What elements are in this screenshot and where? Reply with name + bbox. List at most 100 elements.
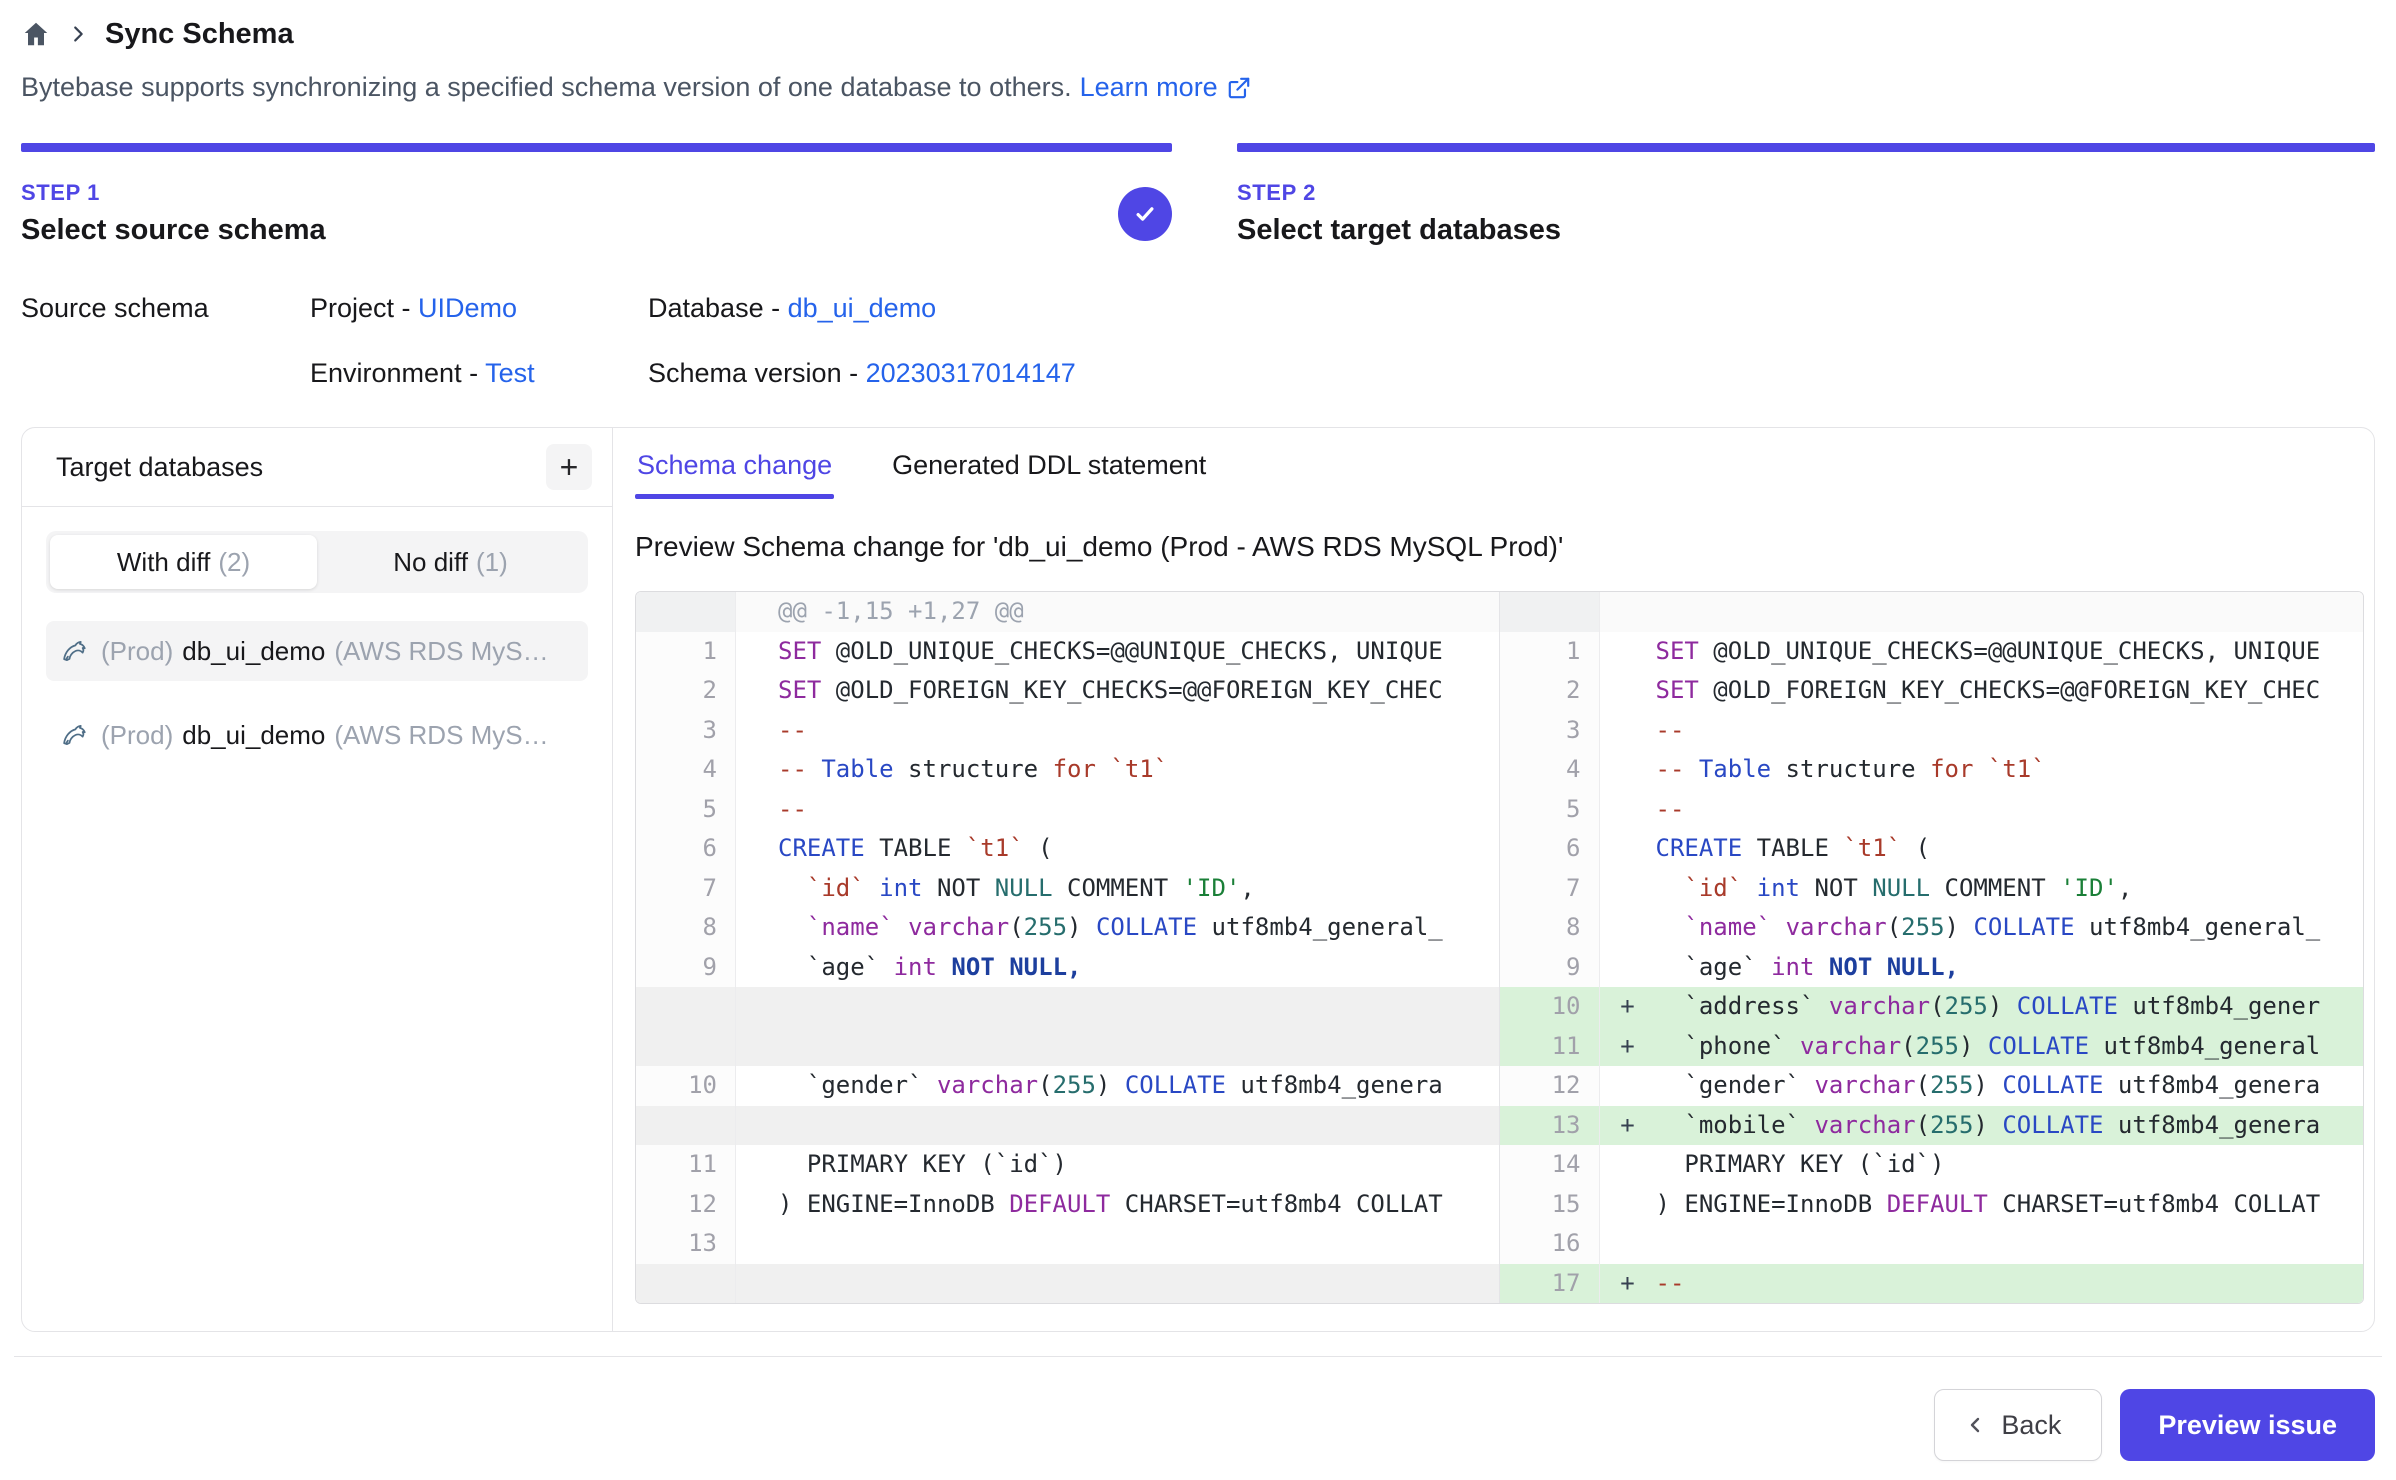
target-database-item[interactable]: (Prod)db_ui_demo(AWS RDS MyS… xyxy=(46,621,588,681)
code-token: COLLATE xyxy=(2017,992,2118,1020)
code-token: CREATE xyxy=(1656,834,1743,862)
code-token: -- xyxy=(778,716,807,744)
source-field-value-link[interactable]: UIDemo xyxy=(418,293,517,323)
code-token: CHARSET=utf8mb4 COLLAT xyxy=(1110,1190,1442,1218)
diff-left-cell: 5-- xyxy=(636,790,1500,830)
code-token xyxy=(1656,913,1685,941)
code-token: ) ENGINE=InnoDB xyxy=(778,1190,1009,1218)
line-number xyxy=(636,1027,736,1067)
source-field-value-link[interactable]: 20230317014147 xyxy=(866,358,1076,388)
code-line: @@ -1,15 +1,27 @@ xyxy=(778,592,1499,632)
db-name: db_ui_demo xyxy=(182,636,325,667)
code-token: varchar xyxy=(937,1071,1038,1099)
diff-right-cell: 5-- xyxy=(1500,790,2364,830)
code-token: ) xyxy=(1973,1111,2002,1139)
line-number xyxy=(1500,592,1600,632)
sync-schema-page: Sync Schema Bytebase supports synchroniz… xyxy=(0,0,2396,1461)
code-token: PRIMARY KEY (`id`) xyxy=(778,1150,1067,1178)
code-token: utf8mb4_general_ xyxy=(1197,913,1443,941)
add-target-database-button[interactable]: + xyxy=(546,444,592,490)
source-field-label: Environment - xyxy=(310,358,485,388)
line-number: 6 xyxy=(1500,829,1600,869)
code-token xyxy=(1973,755,1987,783)
code-token: -- xyxy=(1656,755,1699,783)
code-token: `mobile` xyxy=(1684,1111,1800,1139)
line-number: 16 xyxy=(1500,1224,1600,1264)
code-token: utf8mb4_genera xyxy=(2103,1071,2320,1099)
diff-marker xyxy=(736,750,778,790)
code-line: `phone` varchar(255) COLLATE utf8mb4_gen… xyxy=(1656,1027,2364,1067)
tab-no-diff[interactable]: No diff(1) xyxy=(317,535,584,589)
code-token: SET xyxy=(778,676,821,704)
code-token xyxy=(923,1071,937,1099)
code-token: COLLATE xyxy=(1973,913,2074,941)
line-number: 1 xyxy=(636,632,736,672)
step-2-label: Select target databases xyxy=(1237,214,1561,247)
source-field-label: Project - xyxy=(310,293,418,323)
tab-with-diff[interactable]: With diff(2) xyxy=(50,535,317,589)
code-line: `gender` varchar(255) COLLATE utf8mb4_ge… xyxy=(1656,1066,2364,1106)
code-line xyxy=(778,1224,1499,1264)
preview-issue-button[interactable]: Preview issue xyxy=(2120,1389,2375,1461)
line-number: 7 xyxy=(1500,869,1600,909)
step-2-progress-bar xyxy=(1237,143,2375,152)
code-token: `id` xyxy=(1684,874,1742,902)
back-chevron-icon xyxy=(1963,1413,1987,1437)
code-token: varchar xyxy=(1814,1071,1915,1099)
target-database-list: (Prod)db_ui_demo(AWS RDS MyS…(Prod)db_ui… xyxy=(46,621,588,765)
tab-generated-ddl-statement[interactable]: Generated DDL statement xyxy=(890,450,1208,499)
back-button[interactable]: Back xyxy=(1934,1389,2102,1461)
home-icon[interactable] xyxy=(21,19,51,49)
code-token: NOT NULL xyxy=(1829,953,1945,981)
diff-marker xyxy=(1600,869,1656,909)
code-token: NOT NULL xyxy=(951,953,1067,981)
preview-title: Preview Schema change for 'db_ui_demo (P… xyxy=(635,531,2364,563)
code-token: `t1` xyxy=(1110,755,1168,783)
source-field-value-link[interactable]: Test xyxy=(485,358,535,388)
code-line: ) ENGINE=InnoDB DEFAULT CHARSET=utf8mb4 … xyxy=(778,1185,1499,1225)
page-description: Bytebase supports synchronizing a specif… xyxy=(21,72,2375,103)
diff-left-cell: 7 `id` int NOT NULL COMMENT 'ID', xyxy=(636,869,1500,909)
code-line: PRIMARY KEY (`id`) xyxy=(1656,1145,2364,1185)
mysql-icon xyxy=(60,636,92,666)
code-line xyxy=(778,1106,1499,1146)
source-field-value-link[interactable]: db_ui_demo xyxy=(788,293,937,323)
code-token: @OLD_UNIQUE_CHECKS=@@UNIQUE_CHECKS, UNIQ… xyxy=(821,637,1442,665)
code-line: `age` int NOT NULL, xyxy=(1656,948,2364,988)
diff-marker: + xyxy=(1600,1106,1656,1146)
diff-right-cell: 15) ENGINE=InnoDB DEFAULT CHARSET=utf8mb… xyxy=(1500,1185,2364,1225)
diff-right-cell: 8 `name` varchar(255) COLLATE utf8mb4_ge… xyxy=(1500,908,2364,948)
code-token xyxy=(1096,755,1110,783)
stepper: STEP 1 Select source schema STEP 2 Selec… xyxy=(21,143,2375,247)
code-token: Table xyxy=(821,755,893,783)
diff-right-cell: 11+ `phone` varchar(255) COLLATE utf8mb4… xyxy=(1500,1027,2364,1067)
code-token xyxy=(1656,953,1685,981)
learn-more-link[interactable]: Learn more xyxy=(1080,72,1252,103)
code-token: DEFAULT xyxy=(1009,1190,1110,1218)
code-token: COMMENT xyxy=(1930,874,2060,902)
diff-marker xyxy=(736,987,778,1027)
description-text: Bytebase supports synchronizing a specif… xyxy=(21,72,1072,103)
code-token: 255 xyxy=(1024,913,1067,941)
line-number: 6 xyxy=(636,829,736,869)
code-token: , xyxy=(1240,874,1254,902)
tab-schema-change[interactable]: Schema change xyxy=(635,450,834,499)
code-token: COLLATE xyxy=(1988,1032,2089,1060)
target-databases-panel: Target databases + With diff(2)No diff(1… xyxy=(22,428,613,1331)
diff-left-cell: @@ -1,15 +1,27 @@ xyxy=(636,592,1500,632)
code-line: `name` varchar(255) COLLATE utf8mb4_gene… xyxy=(778,908,1499,948)
code-token: ) xyxy=(1096,1071,1125,1099)
code-token: ) xyxy=(1973,1071,2002,1099)
diff-right-cell: 17+-- xyxy=(1500,1264,2364,1304)
code-line: `name` varchar(255) COLLATE utf8mb4_gene… xyxy=(1656,908,2364,948)
diff-left-cell: 11 PRIMARY KEY (`id`) xyxy=(636,1145,1500,1185)
code-token: NULL xyxy=(995,874,1053,902)
line-number: 12 xyxy=(636,1185,736,1225)
target-database-item[interactable]: (Prod)db_ui_demo(AWS RDS MyS… xyxy=(46,705,588,765)
db-environment: (Prod) xyxy=(101,720,173,751)
diff-marker xyxy=(736,1145,778,1185)
tab-count: (2) xyxy=(218,547,250,578)
diff-marker xyxy=(1600,948,1656,988)
code-token: `id` xyxy=(807,874,865,902)
line-number: 11 xyxy=(1500,1027,1600,1067)
